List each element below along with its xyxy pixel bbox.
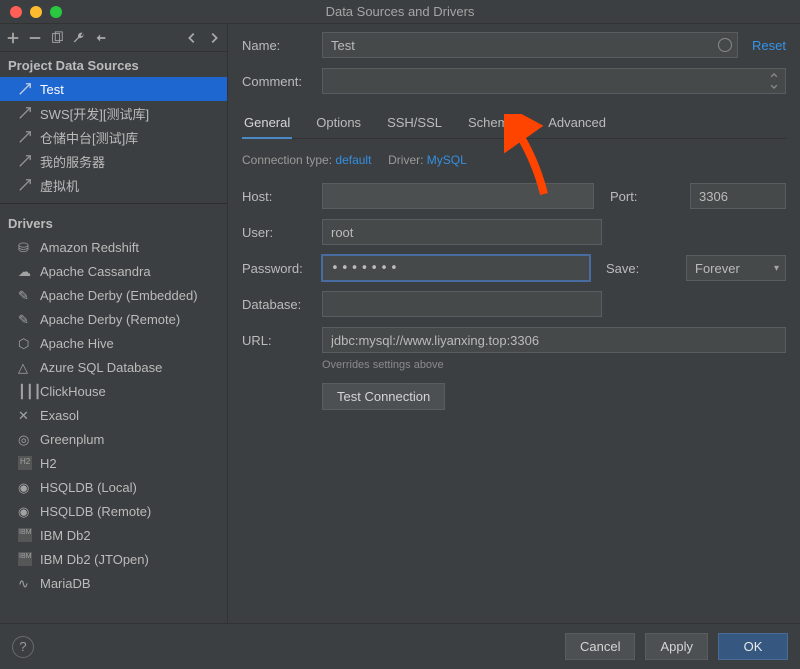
- driver-item[interactable]: ∿MariaDB: [0, 571, 227, 595]
- data-source-item[interactable]: SWS[开发][测试库]: [0, 101, 227, 125]
- database-input[interactable]: [322, 291, 602, 317]
- name-input[interactable]: [322, 32, 738, 58]
- cancel-button[interactable]: Cancel: [565, 633, 635, 660]
- color-chooser-icon[interactable]: [718, 38, 732, 52]
- host-input[interactable]: [322, 183, 594, 209]
- driver-item[interactable]: H2H2: [0, 451, 227, 475]
- datasource-icon: [18, 154, 32, 168]
- url-label: URL:: [242, 333, 322, 348]
- wrench-icon[interactable]: [72, 31, 86, 45]
- driver-label: Driver:: [388, 153, 423, 167]
- reset-link[interactable]: Reset: [738, 38, 786, 53]
- copy-icon[interactable]: [50, 31, 64, 45]
- url-input[interactable]: [322, 327, 786, 353]
- data-source-label: SWS[开发][测试库]: [40, 104, 149, 123]
- driver-item[interactable]: ┃┃┃ClickHouse: [0, 379, 227, 403]
- data-source-item[interactable]: 我的服务器: [0, 149, 227, 173]
- user-label: User:: [242, 225, 322, 240]
- driver-list: ⛁Amazon Redshift ☁Apache Cassandra ✎Apac…: [0, 235, 227, 623]
- datasource-icon: [18, 82, 32, 96]
- data-source-label: 我的服务器: [40, 152, 105, 171]
- driver-icon: ◉: [18, 480, 32, 494]
- password-label: Password:: [242, 261, 322, 276]
- driver-icon: ◎: [18, 432, 32, 446]
- driver-icon: △: [18, 360, 32, 374]
- url-hint: Overrides settings above: [322, 359, 786, 371]
- driver-item[interactable]: ◉HSQLDB (Local): [0, 475, 227, 499]
- ok-button[interactable]: OK: [718, 633, 788, 660]
- left-panel: Project Data Sources Test SWS[开发][测试库] 仓…: [0, 24, 228, 623]
- driver-icon: ✎: [18, 312, 32, 326]
- comment-input[interactable]: [322, 68, 786, 94]
- test-connection-button[interactable]: Test Connection: [322, 383, 445, 410]
- driver-item[interactable]: ✎Apache Derby (Remote): [0, 307, 227, 331]
- driver-item[interactable]: ◎Greenplum: [0, 427, 227, 451]
- driver-item[interactable]: ⬡Apache Hive: [0, 331, 227, 355]
- datasource-icon: [18, 106, 32, 120]
- comment-label: Comment:: [242, 74, 322, 89]
- save-mode-select[interactable]: Forever: [686, 255, 786, 281]
- titlebar: Data Sources and Drivers: [0, 0, 800, 24]
- driver-item[interactable]: ✕Exasol: [0, 403, 227, 427]
- data-source-label: Test: [40, 82, 64, 97]
- tab-bar: General Options SSH/SSL Schemas Advanced: [242, 110, 786, 139]
- forward-icon[interactable]: [207, 31, 221, 45]
- driver-icon: ✕: [18, 408, 32, 422]
- driver-icon: IBM: [18, 528, 32, 542]
- driver-item[interactable]: ◉HSQLDB (Remote): [0, 499, 227, 523]
- driver-icon: ✎: [18, 288, 32, 302]
- datasource-icon: [18, 130, 32, 144]
- dialog-footer: ? Cancel Apply OK: [0, 623, 800, 669]
- window-title: Data Sources and Drivers: [0, 4, 800, 19]
- data-source-item[interactable]: Test: [0, 77, 227, 101]
- help-button[interactable]: ?: [12, 636, 34, 658]
- driver-item[interactable]: △Azure SQL Database: [0, 355, 227, 379]
- driver-icon: ☁: [18, 264, 32, 278]
- left-toolbar: [0, 24, 227, 52]
- back-icon[interactable]: [185, 31, 199, 45]
- driver-icon: ⛁: [18, 240, 32, 254]
- host-label: Host:: [242, 189, 322, 204]
- data-source-item[interactable]: 虚拟机: [0, 173, 227, 197]
- connection-meta: Connection type: default Driver: MySQL: [242, 153, 786, 167]
- driver-icon: ┃┃┃: [18, 384, 32, 398]
- tab-advanced[interactable]: Advanced: [546, 110, 608, 138]
- right-panel: Name: Reset Comment: General Options SSH…: [228, 24, 800, 623]
- tab-options[interactable]: Options: [314, 110, 363, 138]
- datasource-icon: [18, 178, 32, 192]
- password-input[interactable]: [322, 255, 590, 281]
- remove-icon[interactable]: [28, 31, 42, 45]
- driver-icon: ∿: [18, 576, 32, 590]
- driver-item[interactable]: ✎Apache Derby (Embedded): [0, 283, 227, 307]
- driver-item[interactable]: ⛁Amazon Redshift: [0, 235, 227, 259]
- tab-general[interactable]: General: [242, 110, 292, 138]
- driver-icon: H2: [18, 456, 32, 470]
- driver-icon: IBM: [18, 552, 32, 566]
- tab-schemas[interactable]: Schemas: [466, 110, 524, 138]
- port-input[interactable]: [690, 183, 786, 209]
- driver-value[interactable]: MySQL: [427, 153, 467, 167]
- user-input[interactable]: [322, 219, 602, 245]
- connection-type-label: Connection type:: [242, 153, 332, 167]
- data-source-label: 仓储中台[测试]库: [40, 128, 138, 147]
- apply-button[interactable]: Apply: [645, 633, 708, 660]
- drivers-heading: Drivers: [0, 210, 227, 235]
- driver-item[interactable]: IBMIBM Db2 (JTOpen): [0, 547, 227, 571]
- project-data-sources-heading: Project Data Sources: [0, 52, 227, 77]
- driver-item[interactable]: ☁Apache Cassandra: [0, 259, 227, 283]
- driver-item[interactable]: IBMIBM Db2: [0, 523, 227, 547]
- database-label: Database:: [242, 297, 322, 312]
- name-label: Name:: [242, 38, 322, 53]
- data-source-label: 虚拟机: [40, 176, 79, 195]
- port-label: Port:: [610, 189, 690, 204]
- revert-icon[interactable]: [94, 31, 108, 45]
- data-source-list: Test SWS[开发][测试库] 仓储中台[测试]库 我的服务器 虚拟机: [0, 77, 227, 197]
- add-icon[interactable]: [6, 31, 20, 45]
- save-label: Save:: [606, 261, 686, 276]
- driver-icon: ⬡: [18, 336, 32, 350]
- connection-type-value[interactable]: default: [335, 153, 371, 167]
- driver-icon: ◉: [18, 504, 32, 518]
- data-source-item[interactable]: 仓储中台[测试]库: [0, 125, 227, 149]
- tab-ssh-ssl[interactable]: SSH/SSL: [385, 110, 444, 138]
